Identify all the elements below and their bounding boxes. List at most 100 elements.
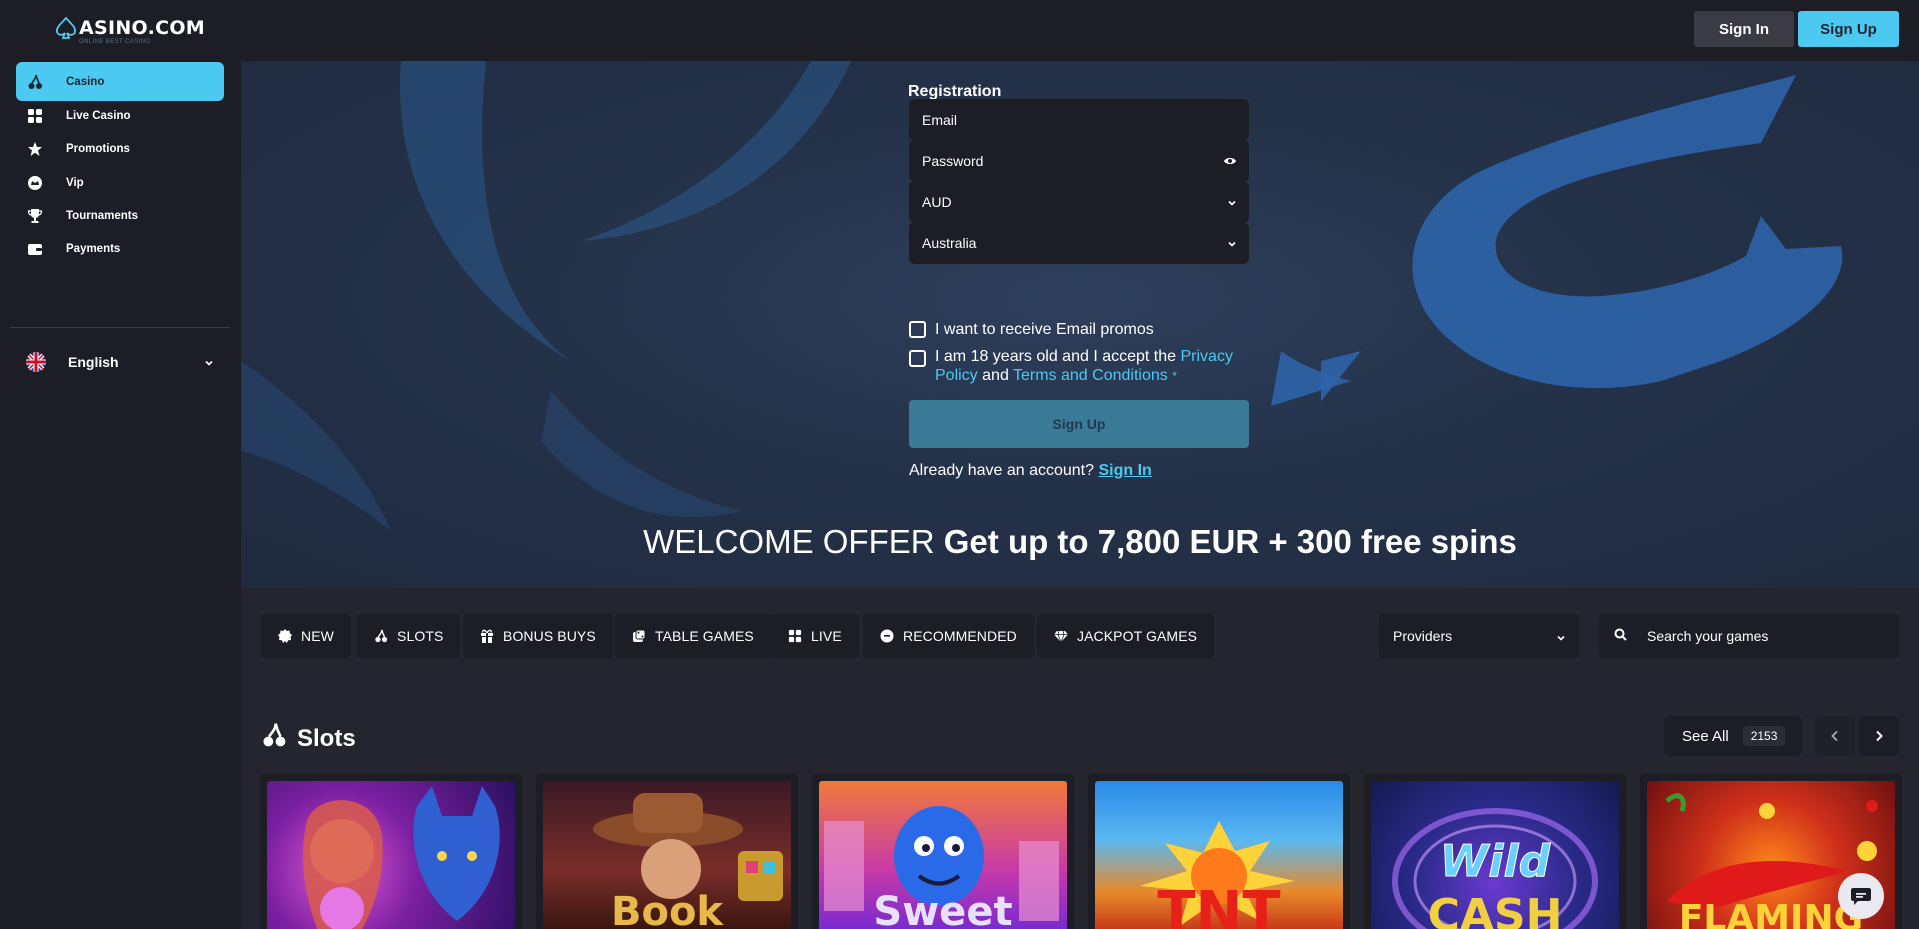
sweet-genie-thumbnail: Sweet: [819, 781, 1067, 929]
filter-chip-recommended[interactable]: RECOMMENDED: [863, 613, 1034, 659]
chip-label: BONUS BUYS: [503, 628, 596, 644]
chip-label: LIVE: [811, 628, 842, 644]
chevron-down-icon: [1227, 236, 1237, 252]
required-mark: *: [1172, 369, 1177, 383]
language-label: English: [68, 354, 119, 370]
trophy-icon: [26, 207, 44, 225]
filter-chip-bonus-buys[interactable]: BONUS BUYS: [463, 613, 613, 659]
grid-icon: [788, 629, 802, 643]
game-card[interactable]: Sweet: [812, 773, 1074, 929]
crown-icon: [26, 174, 44, 192]
slots-section-title: Slots: [261, 722, 356, 755]
terms-conditions-link[interactable]: Terms and Conditions: [1013, 367, 1168, 384]
game-card[interactable]: Wild CASH: [1364, 773, 1626, 929]
terms-and: and: [982, 367, 1009, 384]
filter-chip-table-games[interactable]: TABLE GAMES: [615, 613, 771, 659]
chevron-left-icon: [1831, 730, 1838, 742]
filter-chip-slots[interactable]: SLOTS: [357, 613, 461, 659]
chip-label: SLOTS: [397, 628, 444, 644]
sidebar-item-payments[interactable]: Payments: [16, 229, 224, 268]
currency-value: AUD: [922, 194, 952, 210]
search-placeholder: Search your games: [1647, 628, 1769, 644]
filter-chip-live[interactable]: LIVE: [771, 613, 859, 659]
sidebar-divider: [10, 327, 230, 328]
email-promos-label: I want to receive Email promos: [935, 321, 1154, 338]
dice-icon: [632, 629, 646, 643]
registration-signup-button[interactable]: Sign Up: [909, 400, 1249, 448]
have-account-label: Already have an account?: [909, 462, 1095, 479]
carousel-prev-button[interactable]: [1815, 716, 1855, 756]
game-title-art: TNT: [1157, 880, 1281, 929]
providers-dropdown[interactable]: Providers: [1379, 613, 1579, 659]
terms-text: I am 18 years old and I accept the Priva…: [935, 347, 1249, 386]
header-signin-button[interactable]: Sign In: [1694, 11, 1794, 47]
have-account-text: Already have an account? Sign In: [909, 462, 1152, 480]
logo-text: ASINO.COM: [79, 17, 206, 39]
sidebar-item-label: Payments: [66, 242, 121, 255]
chip-label: RECOMMENDED: [903, 628, 1017, 644]
slots-count-badge: 2153: [1742, 726, 1786, 746]
wallet-icon: [26, 240, 44, 258]
logo-tagline: ONLINE BEST CASINO: [79, 39, 151, 45]
welcome-prefix: WELCOME OFFER: [643, 523, 935, 560]
svg-text:Wild: Wild: [1440, 836, 1551, 887]
filter-chip-jackpot-games[interactable]: JACKPOT GAMES: [1037, 613, 1215, 659]
see-all-label: See All: [1682, 727, 1729, 745]
password-field[interactable]: Password: [909, 140, 1249, 182]
cherries-icon: [26, 73, 44, 91]
new-badge-icon: [278, 629, 292, 643]
game-title-art: Book: [610, 889, 724, 929]
terms-row: I am 18 years old and I accept the Priva…: [909, 347, 1249, 386]
spade-logo-icon: [55, 16, 77, 39]
star-badge-icon: [26, 140, 44, 158]
hero-banner: Registration Email Password AUD Australi…: [241, 61, 1919, 588]
chat-widget-button[interactable]: [1838, 873, 1884, 919]
welcome-offer: WELCOME OFFER Get up to 7,800 EUR + 300 …: [241, 523, 1919, 561]
game-card[interactable]: Book: [536, 773, 798, 929]
welcome-offer-text: Get up to 7,800 EUR + 300 free spins: [943, 523, 1517, 560]
terms-checkbox[interactable]: [909, 350, 926, 367]
cherries-icon: [374, 629, 388, 643]
chip-label: JACKPOT GAMES: [1077, 628, 1198, 644]
country-select[interactable]: Australia: [909, 222, 1249, 264]
slots-title-text: Slots: [297, 724, 356, 752]
sidebar-item-label: Vip: [66, 176, 84, 189]
signin-link[interactable]: Sign In: [1098, 462, 1151, 479]
top-bar: ASINO.COM ONLINE BEST CASINO Sign In Sig…: [0, 0, 1919, 61]
sidebar-item-label: Casino: [66, 75, 105, 88]
site-logo[interactable]: ASINO.COM ONLINE BEST CASINO: [55, 16, 206, 45]
sidebar-item-label: Live Casino: [66, 109, 131, 122]
country-value: Australia: [922, 235, 977, 251]
smile-icon: [880, 629, 894, 643]
search-input[interactable]: Search your games: [1599, 613, 1899, 659]
language-selector[interactable]: English: [16, 350, 224, 374]
email-field[interactable]: Email: [909, 99, 1249, 141]
filter-chip-new[interactable]: NEW: [261, 613, 351, 659]
chat-bubble-icon: [1851, 888, 1871, 905]
chip-label: NEW: [301, 628, 334, 644]
diamond-icon: [1054, 629, 1068, 643]
carousel-next-button[interactable]: [1859, 716, 1899, 756]
grid-icon: [26, 107, 44, 125]
providers-label: Providers: [1393, 628, 1453, 644]
header-signup-button[interactable]: Sign Up: [1798, 11, 1899, 47]
game-card[interactable]: TNT: [1088, 773, 1350, 929]
chip-label: TABLE GAMES: [655, 628, 754, 644]
chevron-down-icon: [1556, 630, 1566, 646]
gift-icon: [480, 629, 494, 643]
eye-icon[interactable]: [1223, 154, 1237, 170]
currency-select[interactable]: AUD: [909, 181, 1249, 223]
wild-cash-thumbnail: Wild CASH: [1371, 781, 1619, 929]
email-promos-row: I want to receive Email promos: [909, 320, 1154, 339]
game-title-art: Sweet: [873, 889, 1013, 929]
chevron-down-icon: [204, 355, 214, 371]
game-title-art: CASH: [1427, 890, 1563, 929]
email-promos-checkbox[interactable]: [909, 321, 926, 338]
fortune-wolf-thumbnail: [267, 781, 515, 929]
cowboy-thumbnail: Book: [543, 781, 791, 929]
email-placeholder: Email: [922, 112, 958, 128]
terms-prefix: I am 18 years old and I accept the: [935, 348, 1177, 365]
search-icon: [1614, 628, 1627, 644]
game-card[interactable]: [260, 773, 522, 929]
see-all-button[interactable]: See All 2153: [1664, 716, 1802, 756]
